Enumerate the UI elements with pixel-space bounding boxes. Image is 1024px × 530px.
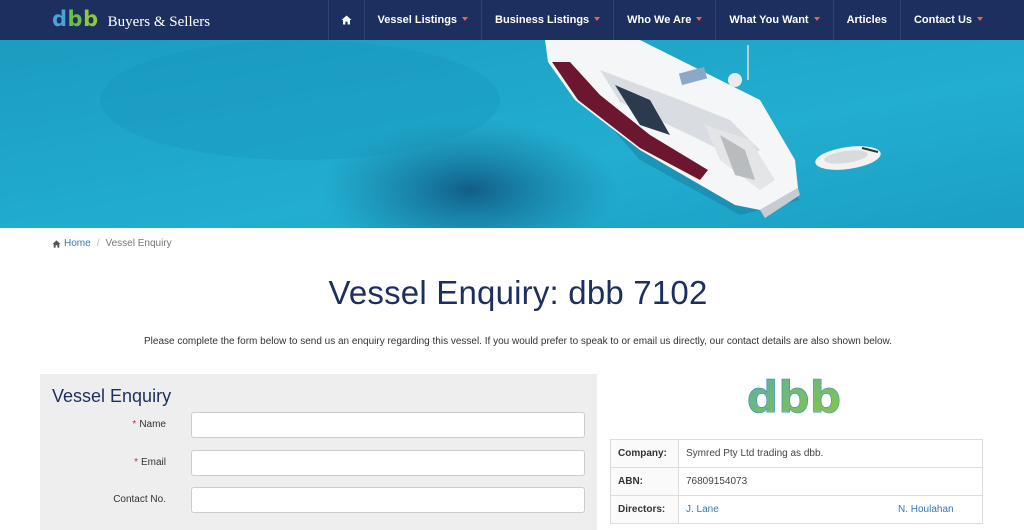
company-label: Company: xyxy=(610,439,679,468)
logo-text: dbb xyxy=(747,372,842,418)
caret-down-icon xyxy=(462,17,469,21)
nav-contact-us[interactable]: Contact Us xyxy=(899,0,996,40)
nav-vessel-listings[interactable]: Vessel Listings xyxy=(363,0,481,40)
breadcrumb-home-link[interactable]: Home xyxy=(52,238,91,249)
breadcrumb-separator: / xyxy=(96,238,100,249)
brand-name: Buyers & Sellers xyxy=(107,14,211,30)
email-input[interactable] xyxy=(191,450,585,476)
nav-what-you-want[interactable]: What You Want xyxy=(715,0,832,40)
caret-down-icon xyxy=(977,17,983,21)
directors-label: Directors: xyxy=(610,495,679,524)
nav-home-button[interactable] xyxy=(327,0,364,40)
directors-value: J. Lane N. Houlahan xyxy=(678,495,983,524)
table-row: Company: Symred Pty Ltd trading as dbb. xyxy=(610,439,983,468)
company-info-table: Company: Symred Pty Ltd trading as dbb. … xyxy=(610,439,983,524)
email-row: * Email xyxy=(40,450,597,476)
table-row: Directors: J. Lane N. Houlahan xyxy=(610,495,983,524)
contact-input[interactable] xyxy=(191,487,585,513)
required-mark: * xyxy=(132,419,137,430)
form-title: Vessel Enquiry xyxy=(52,386,172,406)
page-title: Vessel Enquiry: dbb 7102 xyxy=(328,274,708,311)
director-link-1[interactable]: J. Lane xyxy=(686,504,719,515)
home-icon xyxy=(52,239,61,248)
hero-yacht-image xyxy=(0,40,1024,228)
top-navbar: dbb Buyers & Sellers Vessel Listings Bus… xyxy=(0,0,1024,40)
brand-mark: dbb xyxy=(52,7,99,31)
caret-down-icon xyxy=(813,17,820,21)
abn-label: ABN: xyxy=(610,467,679,496)
abn-value: 76809154073 xyxy=(678,467,983,496)
table-row: ABN: 76809154073 xyxy=(610,467,983,496)
nav-who-we-are[interactable]: Who We Are xyxy=(613,0,715,40)
page-intro-text: Please complete the form below to send u… xyxy=(144,336,892,347)
nav-articles[interactable]: Articles xyxy=(832,0,900,40)
breadcrumb-current: Vessel Enquiry xyxy=(105,238,172,249)
director-link-2[interactable]: N. Houlahan xyxy=(898,504,954,515)
name-input[interactable] xyxy=(191,412,585,438)
name-label: * Name xyxy=(132,419,166,430)
dbb-logo: dbb xyxy=(746,372,842,418)
required-mark: * xyxy=(134,457,138,468)
caret-down-icon xyxy=(696,17,703,21)
name-row: * Name xyxy=(40,412,597,438)
hero-banner xyxy=(0,40,1024,228)
nav-business-listings[interactable]: Business Listings xyxy=(481,0,613,40)
brand-logo[interactable]: dbb Buyers & Sellers xyxy=(52,7,210,33)
contact-row: Contact No. xyxy=(40,487,597,513)
contact-label: Contact No. xyxy=(113,494,166,505)
enquiry-form-panel: Vessel Enquiry * Name * Email Contact No. xyxy=(40,374,597,530)
main-nav: Vessel Listings Business Listings Who We… xyxy=(327,0,996,40)
caret-down-icon xyxy=(594,17,601,21)
email-label: * Email xyxy=(134,457,166,468)
home-icon xyxy=(341,15,352,25)
company-value: Symred Pty Ltd trading as dbb. xyxy=(678,439,983,468)
breadcrumb: Home / Vessel Enquiry xyxy=(52,238,172,249)
